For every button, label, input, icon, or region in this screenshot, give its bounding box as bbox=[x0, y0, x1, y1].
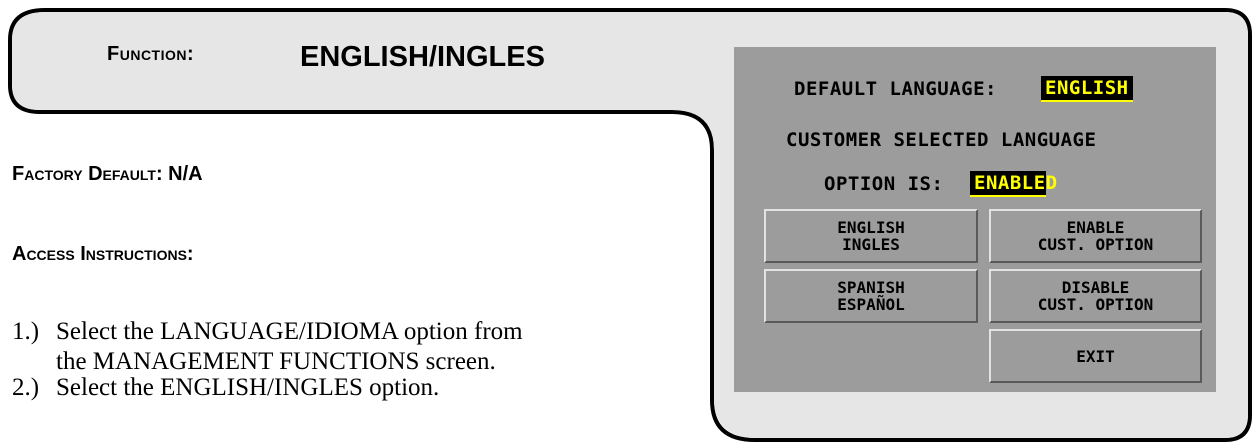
step-text-line: Select the ENGLISH/INGLES option. bbox=[56, 374, 440, 401]
factory-default: Factory Default: N/A bbox=[12, 163, 203, 185]
default-language-label: DEFAULT LANGUAGE: bbox=[794, 78, 997, 100]
customer-language-label: CUSTOMER SELECTED LANGUAGE bbox=[786, 129, 1097, 151]
atm-screen: DEFAULT LANGUAGE: ENGLISH CUSTOMER SELEC… bbox=[734, 47, 1216, 392]
exit-button-label: EXIT bbox=[1076, 346, 1115, 366]
step-text-line: Select the LANGUAGE/IDIOMA option from bbox=[56, 318, 523, 345]
spanish-button-label: SPANISH ESPAÑOL bbox=[837, 278, 905, 314]
disable-cust-option-button[interactable]: DISABLE CUST. OPTION bbox=[989, 269, 1202, 323]
instruction-step-1: 1.) Select the LANGUAGE/IDIOMA option fro… bbox=[12, 317, 523, 377]
instruction-step-2: 2.) Select the ENGLISH/INGLES option. bbox=[12, 373, 439, 403]
access-instructions-heading: Access Instructions: bbox=[12, 243, 194, 265]
default-language-value: ENGLISH bbox=[1041, 76, 1133, 102]
exit-button[interactable]: EXIT bbox=[989, 329, 1202, 383]
spanish-button[interactable]: SPANISH ESPAÑOL bbox=[764, 269, 978, 323]
step-number: 2.) bbox=[12, 374, 40, 401]
option-is-label: OPTION IS: bbox=[824, 173, 944, 195]
enable-cust-option-button[interactable]: ENABLE CUST. OPTION bbox=[989, 209, 1202, 263]
english-button-label: ENGLISH INGLES bbox=[837, 218, 905, 254]
english-button[interactable]: ENGLISH INGLES bbox=[764, 209, 978, 263]
enable-button-label: ENABLE CUST. OPTION bbox=[1037, 218, 1154, 254]
function-title: ENGLISH/INGLES bbox=[300, 41, 545, 73]
function-label: Function: bbox=[107, 43, 195, 65]
disable-button-label: DISABLE CUST. OPTION bbox=[1037, 278, 1154, 314]
option-status-value: ENABLED bbox=[970, 171, 1057, 197]
step-number: 1.) bbox=[12, 318, 40, 345]
